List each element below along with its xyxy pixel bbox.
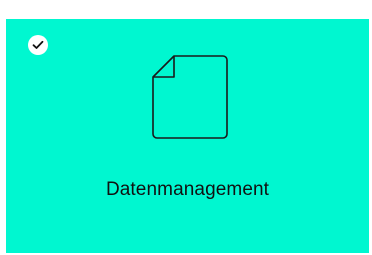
selected-check-badge <box>28 35 48 55</box>
checkmark-icon <box>32 40 44 49</box>
datenmanagement-card[interactable]: Datenmanagement <box>6 19 369 253</box>
document-icon <box>150 51 230 141</box>
card-label: Datenmanagement <box>105 179 270 200</box>
